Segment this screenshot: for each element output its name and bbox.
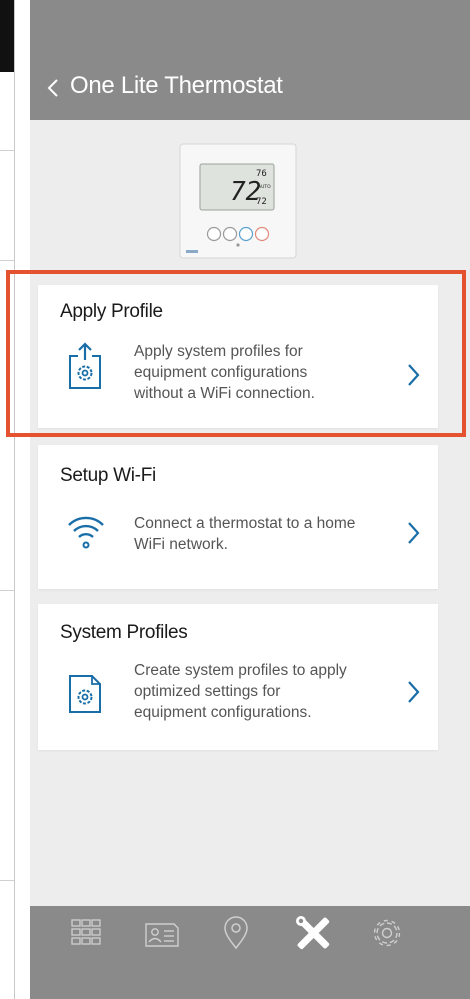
tab-tools[interactable] xyxy=(288,906,338,964)
description-line: Create system profiles to apply xyxy=(134,662,347,679)
chevron-right-icon xyxy=(408,522,420,544)
edge-tick xyxy=(0,150,14,151)
description-line: equipment configurations. xyxy=(134,704,312,721)
tab-settings[interactable] xyxy=(362,906,412,964)
thermostat-image: 72 76 AUTO 72 xyxy=(179,143,297,259)
description-line: Connect a thermostat to a home xyxy=(134,515,356,532)
wifi-icon xyxy=(68,516,104,549)
card-title: System Profiles xyxy=(60,622,188,643)
card-description: Connect a thermostat to a home WiFi netw… xyxy=(134,513,394,555)
description-line: equipment configurations xyxy=(134,364,308,381)
apply-profile-card[interactable]: Apply Profile Apply system profiles for … xyxy=(38,285,438,428)
display-set-high: 76 xyxy=(256,169,267,179)
edge-rule xyxy=(14,0,15,999)
chevron-right-icon xyxy=(408,681,420,703)
tab-dashboard[interactable] xyxy=(62,906,112,964)
tab-location[interactable] xyxy=(212,906,262,964)
apply-profile-icon xyxy=(69,342,101,389)
left-edge xyxy=(0,0,30,999)
system-profile-icon xyxy=(69,675,101,713)
app-screen: One Lite Thermostat 72 76 AUTO 72 Apply … xyxy=(30,0,470,999)
chevron-left-icon xyxy=(47,79,58,97)
chevron-right-icon xyxy=(408,364,420,386)
edge-tick xyxy=(0,590,14,591)
contact-card-icon xyxy=(145,923,179,947)
tab-bar xyxy=(30,906,470,999)
display-set-low: 72 xyxy=(256,197,267,207)
description-line: Apply system profiles for xyxy=(134,343,303,360)
card-title: Apply Profile xyxy=(60,301,163,322)
tab-contacts[interactable] xyxy=(136,906,186,964)
edge-tick xyxy=(0,880,14,881)
description-line: without a WiFi connection. xyxy=(134,385,315,402)
card-description: Apply system profiles for equipment conf… xyxy=(134,341,394,404)
location-pin-icon xyxy=(224,916,248,950)
grid-icon xyxy=(71,919,101,945)
edge-tick xyxy=(0,260,14,261)
description-line: WiFi network. xyxy=(134,536,228,553)
setup-wifi-card[interactable]: Setup Wi-Fi Connect a thermostat to a ho… xyxy=(38,445,438,589)
card-title: Setup Wi-Fi xyxy=(60,465,156,486)
header: One Lite Thermostat xyxy=(30,0,470,120)
display-mode: AUTO xyxy=(258,184,271,190)
system-profiles-card[interactable]: System Profiles Create system profiles t… xyxy=(38,604,438,750)
page-title: One Lite Thermostat xyxy=(70,72,283,99)
window-edge xyxy=(0,0,14,72)
tools-icon xyxy=(296,916,330,950)
card-description: Create system profiles to apply optimize… xyxy=(134,660,394,723)
settings-gear-icon xyxy=(373,919,401,947)
description-line: optimized settings for xyxy=(134,683,281,700)
